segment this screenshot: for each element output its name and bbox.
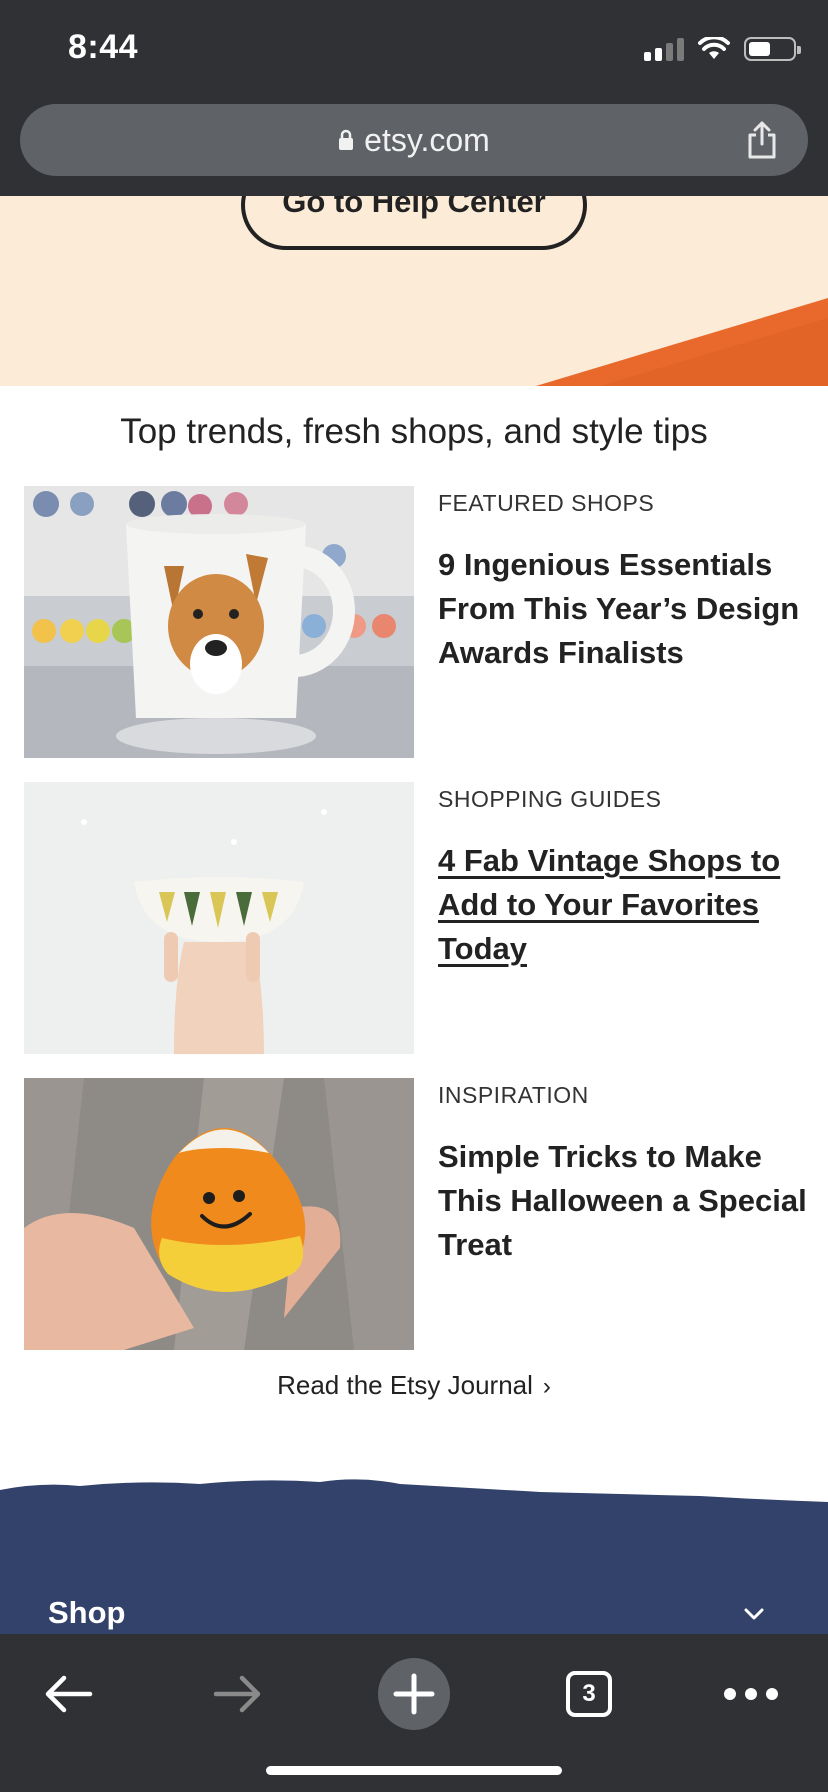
footer-shop-heading[interactable]: Shop bbox=[48, 1595, 126, 1631]
article-card[interactable]: INSPIRATION Simple Tricks to Make This H… bbox=[24, 1078, 808, 1350]
more-dots-icon bbox=[724, 1688, 778, 1700]
cellular-signal-icon bbox=[644, 37, 684, 61]
url-text: etsy.com bbox=[364, 121, 490, 158]
share-icon[interactable] bbox=[744, 120, 780, 160]
article-image-vintage-bowl[interactable] bbox=[24, 782, 414, 1054]
status-time: 8:44 bbox=[68, 28, 139, 66]
help-center-button[interactable]: Go to Help Center bbox=[241, 196, 587, 250]
article-image-candy-corn[interactable] bbox=[24, 1078, 414, 1350]
read-journal-label: Read the Etsy Journal bbox=[277, 1370, 533, 1400]
article-category: SHOPPING GUIDES bbox=[438, 786, 662, 812]
home-indicator[interactable] bbox=[266, 1766, 562, 1775]
address-bar[interactable]: etsy.com bbox=[20, 104, 808, 176]
battery-icon bbox=[744, 37, 801, 61]
lock-icon bbox=[339, 129, 354, 150]
new-tab-button[interactable] bbox=[378, 1654, 450, 1734]
status-icons bbox=[644, 36, 801, 62]
article-title-link[interactable]: 9 Ingenious Essentials From This Year’s … bbox=[438, 543, 808, 675]
arrow-right-icon bbox=[213, 1675, 261, 1713]
plus-icon bbox=[393, 1673, 435, 1715]
article-card[interactable]: SHOPPING GUIDES 4 Fab Vintage Shops to A… bbox=[24, 782, 808, 1054]
read-journal-link[interactable]: Read the Etsy Journal › bbox=[0, 1370, 828, 1401]
article-title-link[interactable]: 4 Fab Vintage Shops to Add to Your Favor… bbox=[438, 839, 808, 971]
help-banner: Go to Help Center bbox=[0, 196, 828, 386]
forward-button[interactable] bbox=[206, 1654, 270, 1734]
chevron-right-icon: › bbox=[542, 1373, 551, 1400]
browser-top-chrome: 8:44 etsy.com bbox=[0, 0, 828, 196]
tabs-button[interactable]: 3 bbox=[564, 1654, 614, 1734]
article-image-corgi-mug[interactable] bbox=[24, 486, 414, 758]
wifi-icon bbox=[698, 37, 730, 59]
article-category: INSPIRATION bbox=[438, 1082, 589, 1108]
more-options-button[interactable] bbox=[722, 1654, 780, 1734]
section-title: Top trends, fresh shops, and style tips bbox=[120, 412, 708, 451]
chevron-down-icon[interactable] bbox=[742, 1602, 766, 1626]
article-card[interactable]: FEATURED SHOPS 9 Ingenious Essentials Fr… bbox=[24, 486, 808, 758]
tab-count-badge: 3 bbox=[566, 1671, 612, 1717]
back-button[interactable] bbox=[36, 1654, 100, 1734]
article-title-link[interactable]: Simple Tricks to Make This Halloween a S… bbox=[438, 1135, 808, 1267]
arrow-left-icon bbox=[45, 1675, 93, 1713]
article-category: FEATURED SHOPS bbox=[438, 490, 655, 516]
